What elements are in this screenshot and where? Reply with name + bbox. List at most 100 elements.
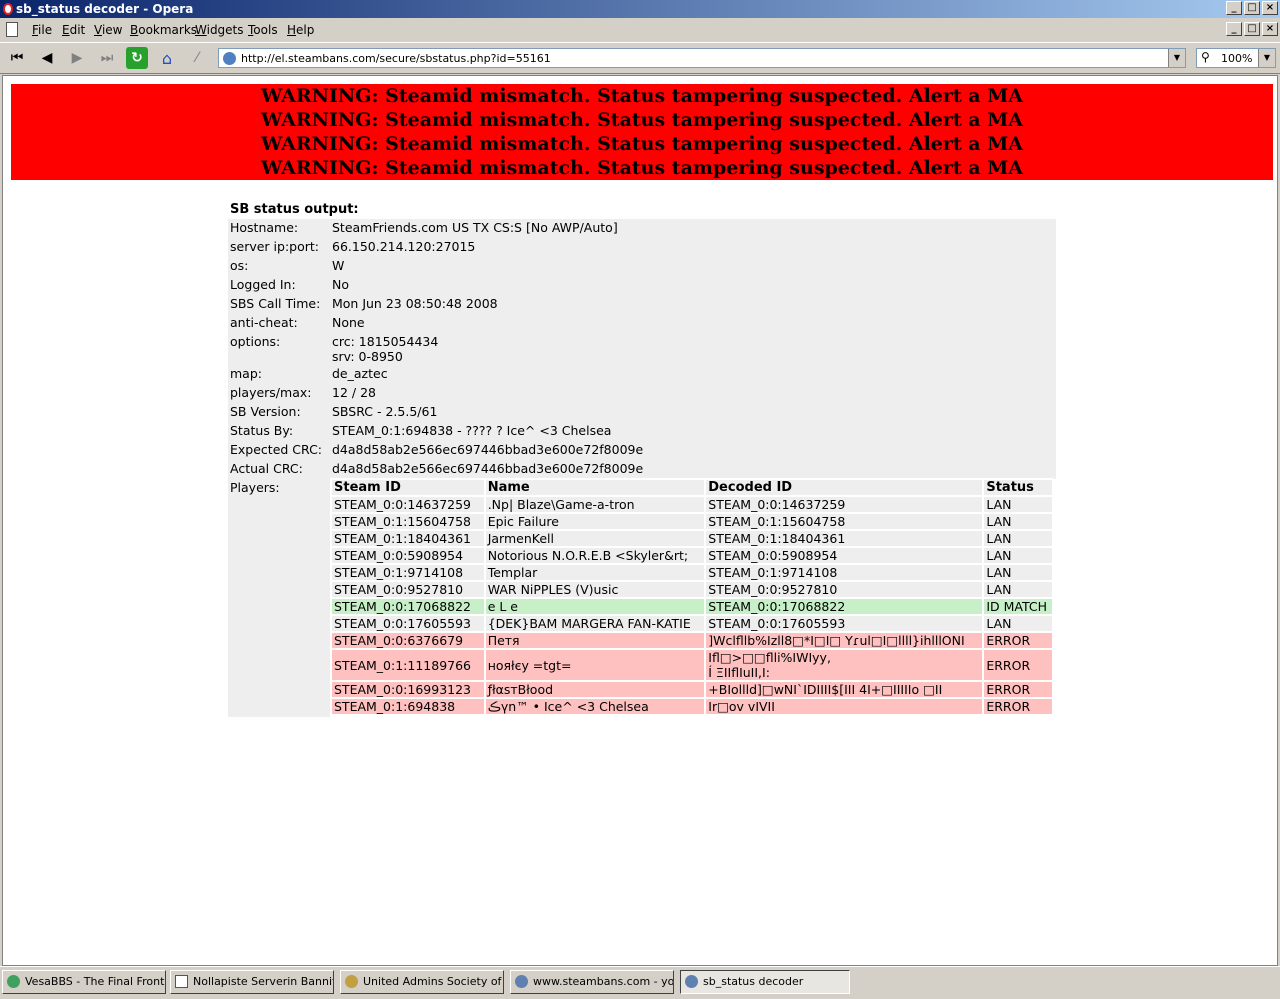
minimize-button[interactable]: _ — [1226, 1, 1242, 15]
rewind-icon[interactable]: ⏮ — [6, 47, 28, 69]
status-value: Mon Jun 23 08:50:48 2008 — [330, 295, 1056, 314]
status-value: d4a8d58ab2e566ec697446bbad3e600e72f8009e — [330, 460, 1056, 479]
status-output: SB status output: Hostname: SteamFriends.… — [228, 200, 1058, 717]
player-decoded-id: STEAM_0:0:9527810 — [706, 582, 983, 597]
window-title: sb_status decoder - Opera — [16, 2, 194, 16]
player-steam-id: STEAM_0:1:9714108 — [332, 565, 484, 580]
player-row: STEAM_0:1:11189766 нояłєу =tgt= Ifl□>□□fll… — [332, 650, 1052, 680]
player-decoded-id: STEAM_0:1:18404361 — [706, 531, 983, 546]
player-steam-id: STEAM_0:1:15604758 — [332, 514, 484, 529]
player-name: WAR NiPPLES (V)usic — [485, 582, 705, 597]
taskbar-item-nollapiste[interactable]: Nollapiste Serverin Bannit — [170, 970, 334, 994]
menu-widgets[interactable]: Widgets — [195, 23, 244, 37]
forward-icon[interactable]: ▶ — [66, 47, 88, 69]
player-row: STEAM_0:0:5908954 Notorious N.O.R.E.B <Sk… — [332, 548, 1052, 563]
decoded-id-header: Decoded ID — [706, 480, 983, 495]
page-close-button[interactable]: × — [1262, 22, 1278, 36]
page-viewport[interactable]: WARNING: Steamid mismatch. Status tamper… — [2, 75, 1278, 966]
menu-view[interactable]: View — [94, 23, 122, 37]
address-input[interactable] — [241, 50, 1161, 66]
player-decoded-id: STEAM_0:0:17605593 — [706, 616, 983, 631]
taskbar-item-sb-status-decoder[interactable]: sb_status decoder — [680, 970, 850, 994]
zoom-control[interactable]: ⚲ 100% ▼ — [1196, 48, 1276, 68]
player-row: STEAM_0:1:18404361 JarmenKell STEAM_0:1:18… — [332, 531, 1052, 546]
taskbar: VesaBBS - The Final Fronti... Nollapiste… — [0, 966, 1280, 999]
status-value: 12 / 28 — [330, 384, 1056, 403]
status-label: SB Version: — [230, 404, 301, 419]
player-steam-id: STEAM_0:0:17605593 — [332, 616, 484, 631]
zoom-dropdown-icon[interactable]: ▼ — [1258, 49, 1275, 67]
maximize-button[interactable]: □ — [1244, 1, 1260, 15]
fast-forward-icon[interactable]: ⏭ — [96, 47, 118, 69]
player-name: ƒłαѕтBłood — [485, 682, 705, 697]
menu-file[interactable]: File — [32, 23, 52, 37]
status-value-text: STEAM_0:1:694838 - ???? ? Ice^ <3 Chelse… — [332, 423, 612, 438]
taskbar-item-united-admins[interactable]: United Admins Society of F... — [340, 970, 504, 994]
player-decoded-id: Ir□ov vIVII — [706, 699, 983, 714]
menu-tools[interactable]: Tools — [248, 23, 278, 37]
status-label: Logged In: — [230, 277, 296, 292]
back-icon[interactable]: ◀ — [36, 47, 58, 69]
close-button[interactable]: × — [1262, 1, 1278, 15]
warning-line: WARNING: Steamid mismatch. Status tamper… — [261, 133, 1023, 155]
player-steam-id: STEAM_0:0:17068822 — [332, 599, 484, 614]
status-value-text: SBSRC - 2.5.5/61 — [332, 404, 438, 419]
document-icon[interactable] — [6, 22, 18, 37]
status-row: SB Version: SBSRC - 2.5.5/61 — [228, 403, 1056, 422]
home-icon[interactable]: ⌂ — [156, 47, 178, 69]
status-value-text: 12 / 28 — [332, 385, 376, 400]
status-value: SteamFriends.com US TX CS:S [No AWP/Auto… — [330, 219, 1056, 238]
address-dropdown-icon[interactable]: ▼ — [1168, 49, 1185, 67]
status-value-text: de_aztec — [332, 366, 388, 381]
player-name: нояłєу =tgt= — [485, 650, 705, 680]
opera-icon — [685, 975, 698, 988]
player-row: STEAM_0:1:694838 ڪүn™ • Ice^ <3 Chelsea Ir… — [332, 699, 1052, 714]
taskbar-label: VesaBBS - The Final Fronti... — [25, 975, 166, 988]
menu-bar: File Edit View Bookmarks Widgets Tools H… — [0, 19, 1280, 40]
menu-bookmarks[interactable]: Bookmarks — [130, 23, 197, 37]
address-bar[interactable]: ▼ — [218, 48, 1186, 68]
status-value-text: SteamFriends.com US TX CS:S [No AWP/Auto… — [332, 220, 618, 235]
player-status: LAN — [984, 497, 1052, 512]
status-value: None — [330, 314, 1056, 333]
status-value-text: d4a8d58ab2e566ec697446bbad3e600e72f8009e — [332, 461, 644, 476]
menu-help[interactable]: Help — [287, 23, 314, 37]
player-row: STEAM_0:1:15604758 Epic Failure STEAM_0:1:… — [332, 514, 1052, 529]
players-table: Steam ID Name Decoded ID Status STEAM_0:0:14… — [330, 478, 1054, 716]
player-row: STEAM_0:0:17605593 {DEK}BAM MARGERA FAN-K… — [332, 616, 1052, 631]
player-decoded-id: Ifl□>□□flli%IWIyy, Í ΞIIflIuII,I: — [706, 650, 983, 680]
page-minimize-button[interactable]: _ — [1226, 22, 1242, 36]
player-status: LAN — [984, 548, 1052, 563]
taskbar-label: sb_status decoder — [703, 975, 804, 988]
reload-icon[interactable]: ↻ — [126, 47, 148, 69]
player-decoded-id: +BIollld]□wNI`IDIIII$[III 4I+□IIIIIo □II — [706, 682, 983, 697]
menu-edit[interactable]: Edit — [62, 23, 85, 37]
window-titlebar[interactable]: sb_status decoder - Opera _ □ × — [0, 0, 1280, 18]
player-steam-id: STEAM_0:0:9527810 — [332, 582, 484, 597]
status-row: SBS Call Time: Mon Jun 23 08:50:48 2008 — [228, 295, 1056, 314]
status-header: Status — [984, 480, 1052, 495]
players-cell: Steam ID Name Decoded ID Status STEAM_0:0:14… — [330, 478, 1056, 717]
player-steam-id: STEAM_0:0:5908954 — [332, 548, 484, 563]
status-value-text: None — [332, 315, 365, 330]
taskbar-item-vesabbs[interactable]: VesaBBS - The Final Fronti... — [2, 970, 166, 994]
player-status: LAN — [984, 565, 1052, 580]
status-label: os: — [230, 258, 249, 273]
status-value: No — [330, 276, 1056, 295]
player-name: e L e — [485, 599, 705, 614]
status-value: 66.150.214.120:27015 — [330, 238, 1056, 257]
steam-id-header: Steam ID — [332, 480, 484, 495]
taskbar-item-steambans[interactable]: www.steambans.com - yo... — [510, 970, 674, 994]
warning-line: WARNING: Steamid mismatch. Status tamper… — [261, 157, 1023, 179]
status-value-text: 66.150.214.120:27015 — [332, 239, 476, 254]
status-label: Expected CRC: — [230, 442, 323, 457]
status-value: crc: 1815054434 srv: 0-8950 — [330, 333, 1056, 365]
player-decoded-id-line: Ifl□>□□flli%IWIyy, — [708, 650, 831, 665]
status-row: Logged In: No — [228, 276, 1056, 295]
player-steam-id: STEAM_0:1:694838 — [332, 699, 484, 714]
player-status: ID MATCH — [984, 599, 1052, 614]
player-name: Epic Failure — [485, 514, 705, 529]
wand-icon[interactable]: ⁄ — [186, 47, 208, 69]
page-restore-button[interactable]: □ — [1244, 22, 1260, 36]
globe-icon — [223, 52, 236, 65]
